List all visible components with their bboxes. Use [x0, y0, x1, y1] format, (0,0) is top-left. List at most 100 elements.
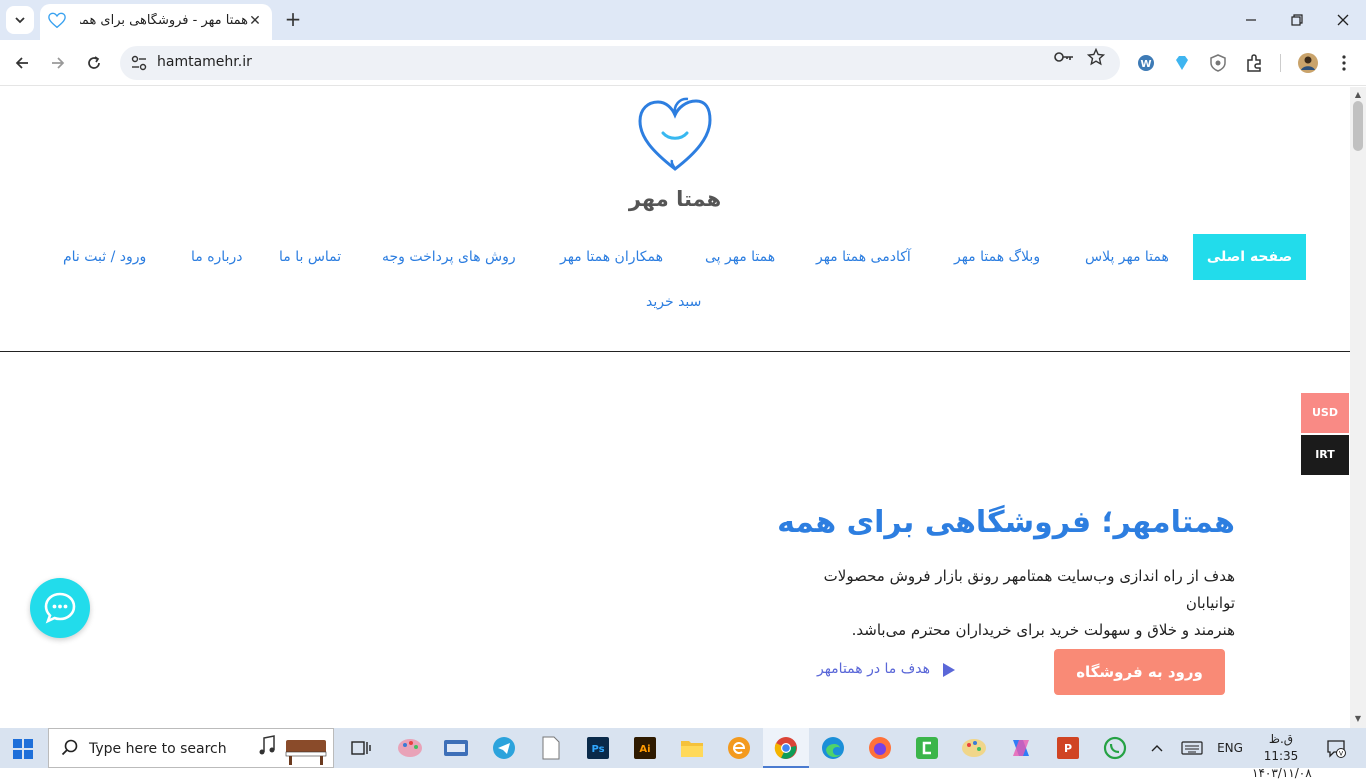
shield-extension-icon[interactable]: [1207, 52, 1229, 74]
task-view-icon[interactable]: [347, 734, 375, 762]
url-text: hamtamehr.ir: [157, 54, 252, 70]
enter-shop-button[interactable]: ورود به فروشگاه: [1054, 649, 1225, 695]
tab-close-icon[interactable]: ✕: [246, 12, 264, 30]
more-vertical-icon: [1342, 55, 1346, 71]
hero-text-line: هدف از راه اندازی وب‌سایت همتامهر رونق ب…: [823, 567, 1235, 612]
edge-glyph-icon: [822, 737, 844, 759]
browser-menu-button[interactable]: [1333, 52, 1355, 74]
scroll-up-icon[interactable]: ▲: [1350, 89, 1366, 101]
svg-text:Ai: Ai: [639, 744, 650, 755]
nav-payment-methods[interactable]: روش های پرداخت وجه: [382, 234, 516, 280]
whatsapp-icon[interactable]: [1101, 734, 1129, 762]
tab-search-dropdown[interactable]: [6, 6, 34, 34]
restore-button[interactable]: [1274, 0, 1320, 40]
browser-toolbar: hamtamehr.ir W: [0, 40, 1366, 86]
illustrator-icon[interactable]: Ai: [631, 734, 659, 762]
photoshop-icon[interactable]: Ps: [584, 734, 612, 762]
windows-start-icon[interactable]: [12, 738, 34, 760]
paint-brush-app-icon[interactable]: [960, 734, 988, 762]
extensions-button[interactable]: [1243, 52, 1265, 74]
camtasia-icon[interactable]: [913, 734, 941, 762]
input-language[interactable]: ENG: [1213, 728, 1247, 768]
tray-overflow-icon[interactable]: [1145, 728, 1169, 768]
copilot-icon[interactable]: [1007, 734, 1035, 762]
chat-bubble-icon: [44, 592, 76, 624]
arrow-left-icon: [15, 57, 28, 69]
bookmark-star-icon[interactable]: [1086, 47, 1106, 67]
video-link[interactable]: هدف ما در همتامهر: [800, 659, 960, 683]
notifications-icon[interactable]: V: [1322, 728, 1350, 768]
nav-login-register[interactable]: ورود / ثبت نام: [63, 234, 146, 280]
taskbar-search-box[interactable]: Type here to search: [48, 728, 334, 768]
hero-text-line: هنرمند و خلاق و سهولت خرید برای خریداران…: [851, 621, 1235, 639]
chrome-glyph-icon: [774, 737, 797, 759]
gem-extension-icon[interactable]: [1171, 52, 1193, 74]
nav-hamtamehr-plus[interactable]: همتا مهر پلاس: [1085, 234, 1169, 280]
copilot-glyph-icon: [1013, 740, 1029, 756]
key-icon: [1054, 52, 1073, 62]
search-placeholder: Type here to search: [89, 741, 227, 757]
play-icon: [943, 663, 955, 677]
close-icon: [1337, 14, 1349, 26]
chat-widget-button[interactable]: [30, 578, 90, 638]
orange-app-icon[interactable]: [725, 734, 753, 762]
nav-home[interactable]: صفحه اصلی: [1193, 234, 1306, 280]
nav-cart[interactable]: سبد خرید: [646, 279, 701, 325]
edge-icon[interactable]: [819, 734, 847, 762]
new-tab-button[interactable]: +: [281, 8, 305, 32]
nav-academy[interactable]: آکادمی همتا مهر: [816, 234, 911, 280]
touch-keyboard-icon[interactable]: [1178, 728, 1206, 768]
keyboard-app-icon[interactable]: [442, 734, 470, 762]
scrollbar-thumb[interactable]: [1353, 101, 1363, 151]
paint-app-icon[interactable]: [396, 734, 424, 762]
firefox-icon[interactable]: [866, 734, 894, 762]
header-divider: [0, 351, 1350, 352]
scroll-down-icon[interactable]: ▼: [1350, 713, 1366, 725]
profile-avatar[interactable]: [1297, 52, 1319, 74]
password-key-icon[interactable]: [1054, 47, 1074, 67]
photoshop-glyph-icon: Ps: [587, 737, 609, 759]
forward-button[interactable]: [45, 50, 71, 76]
currency-irt-button[interactable]: IRT: [1301, 435, 1349, 475]
nav-about[interactable]: درباره ما: [191, 234, 242, 280]
avatar-icon: [1298, 53, 1318, 73]
svg-text:W: W: [1140, 59, 1151, 70]
star-icon: [1087, 48, 1105, 66]
wordpress-extension-icon[interactable]: W: [1135, 52, 1157, 74]
clock-time: ق.ظ 11:35: [1263, 732, 1299, 763]
powerpoint-icon[interactable]: P: [1054, 734, 1082, 762]
heart-logo-icon[interactable]: [634, 93, 716, 175]
nav-hamtamehr-pay[interactable]: همتا مهر پی: [705, 234, 775, 280]
svg-text:P: P: [1064, 742, 1072, 755]
file-explorer-icon[interactable]: [678, 734, 706, 762]
chrome-icon[interactable]: [772, 734, 800, 762]
nav-contact[interactable]: تماس با ما: [279, 234, 341, 280]
windows-taskbar: Type here to search Ps Ai P ENG ق.ظ 11:3…: [0, 728, 1366, 780]
telegram-glyph-icon: [493, 737, 515, 759]
palette-icon: [398, 739, 422, 757]
camtasia-glyph-icon: [916, 737, 938, 759]
minimize-button[interactable]: [1228, 0, 1274, 40]
minimize-icon: [1246, 19, 1256, 21]
browser-tab[interactable]: همتا مهر - فروشگاهی برای همه ✕: [40, 4, 272, 40]
toolbar-divider: [1280, 54, 1281, 72]
paint-palette-icon: [962, 739, 986, 757]
notification-bubble-icon: V: [1327, 740, 1346, 758]
back-button[interactable]: [9, 50, 35, 76]
telegram-icon[interactable]: [490, 734, 518, 762]
address-bar[interactable]: hamtamehr.ir: [120, 46, 1120, 80]
search-icon: [61, 739, 78, 756]
page-scrollbar[interactable]: ▲ ▼: [1350, 87, 1366, 728]
nav-blog[interactable]: وبلاگ همتا مهر: [954, 234, 1040, 280]
notepad-file-icon[interactable]: [537, 734, 565, 762]
system-clock[interactable]: ق.ظ 11:35 ۱۴۰۳/۱۱/۰۸: [1252, 731, 1312, 782]
brand-name[interactable]: همتا مهر: [575, 187, 775, 211]
nav-partners[interactable]: همکاران همتا مهر: [560, 234, 663, 280]
keyboard-icon: [1181, 741, 1203, 755]
currency-usd-button[interactable]: USD: [1301, 393, 1349, 433]
shield-icon: [1210, 54, 1226, 72]
tab-title: همتا مهر - فروشگاهی برای همه: [80, 13, 248, 28]
reload-button[interactable]: [81, 50, 107, 76]
tab-strip: همتا مهر - فروشگاهی برای همه ✕ +: [0, 0, 1366, 40]
close-window-button[interactable]: [1320, 0, 1366, 40]
